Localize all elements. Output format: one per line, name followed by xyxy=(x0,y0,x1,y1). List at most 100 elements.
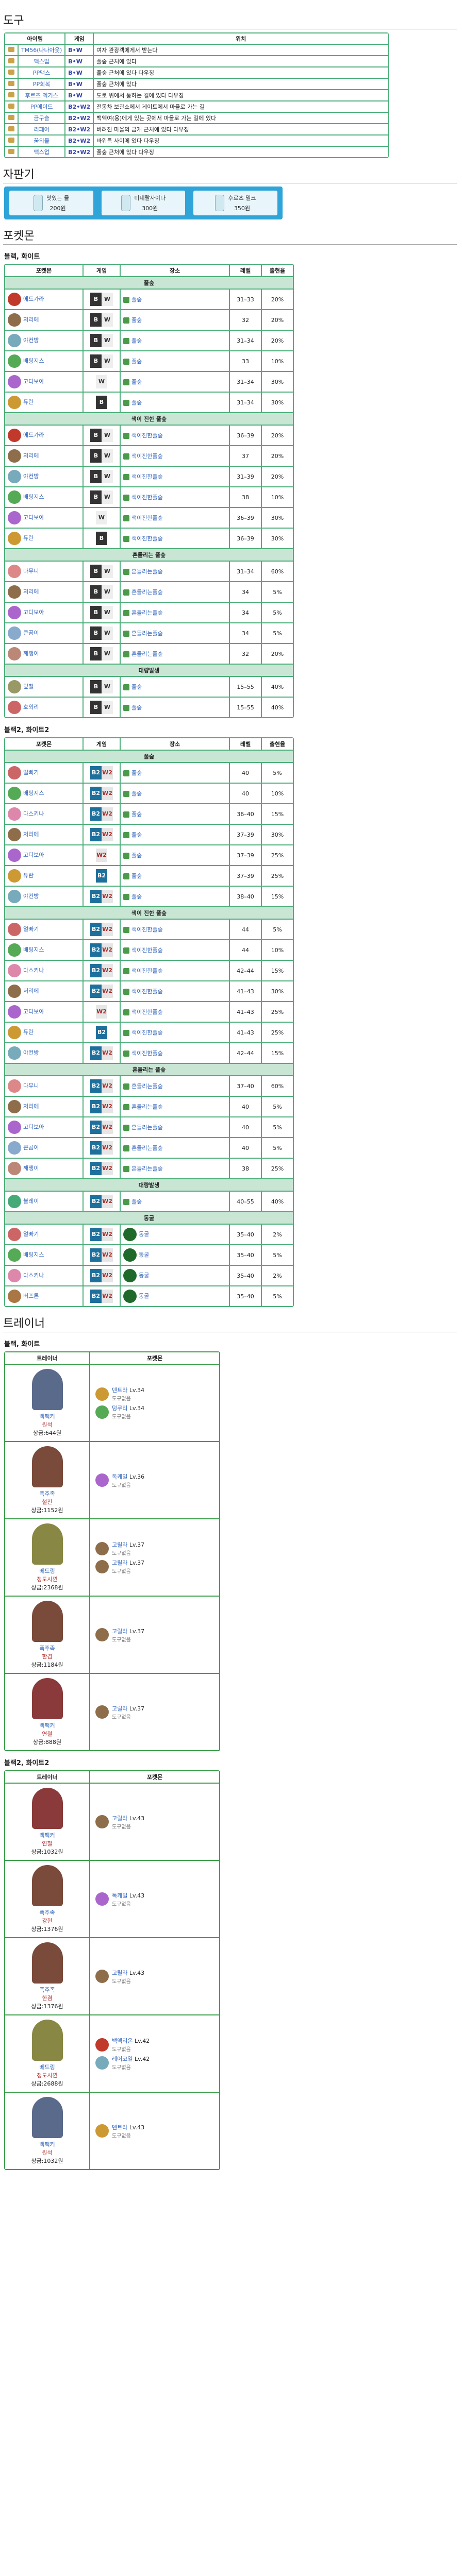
pokemon-name[interactable]: 고디보아 xyxy=(23,1008,44,1015)
pokemon-name[interactable]: 저리에 xyxy=(23,316,39,323)
pokemon-name[interactable]: 얼빠기 xyxy=(23,769,39,776)
pokemon-name[interactable]: 깨쟁이 xyxy=(23,1165,39,1172)
pokemon-name[interactable]: 호외리 xyxy=(23,704,39,710)
trainer-pokemon-name[interactable]: 고릴라 xyxy=(112,1815,127,1822)
trainer-class[interactable]: 백팩커 xyxy=(7,1412,87,1420)
pokemon-name[interactable]: 고디보아 xyxy=(23,1124,44,1130)
item-name[interactable]: 맥스업 xyxy=(19,56,65,66)
pokemon-name[interactable]: 듀란 xyxy=(23,872,34,879)
item-name[interactable]: 후르츠 엑기스 xyxy=(19,90,65,100)
place-link[interactable]: 풀숲 xyxy=(131,852,142,859)
pokemon-name[interactable]: 고디보아 xyxy=(23,609,44,616)
pokemon-name[interactable]: 배팅지스 xyxy=(23,790,44,796)
trainer-pokemon-name[interactable]: 고릴라 xyxy=(112,1541,127,1548)
pokemon-name[interactable]: 저리에 xyxy=(23,1103,39,1110)
pokemon-name[interactable]: 야컨방 xyxy=(23,893,39,900)
place-link[interactable]: 흔들리는풀숲 xyxy=(131,568,163,575)
pokemon-name[interactable]: 다무니 xyxy=(23,568,39,574)
pokemon-name[interactable]: 배팅지스 xyxy=(23,1251,44,1258)
trainer-class[interactable]: 백팩커 xyxy=(7,2140,87,2148)
item-name[interactable]: 금구슬 xyxy=(19,113,65,123)
pokemon-name[interactable]: 듀란 xyxy=(23,1029,34,1036)
place-link[interactable]: 색이진한풀숲 xyxy=(131,1029,163,1036)
place-link[interactable]: 색이진한풀숲 xyxy=(131,1009,163,1015)
pokemon-name[interactable]: 배팅지스 xyxy=(23,946,44,953)
place-link[interactable]: 풀숲 xyxy=(131,790,142,797)
place-link[interactable]: 풀숲 xyxy=(131,1198,142,1205)
place-link[interactable]: 색이진한풀숲 xyxy=(131,535,163,542)
pokemon-name[interactable]: 고디보아 xyxy=(23,852,44,858)
item-name[interactable]: 꿈의물 xyxy=(19,135,65,146)
item-name[interactable]: TM56(나나아웃) xyxy=(19,45,65,55)
place-link[interactable]: 색이진한풀숲 xyxy=(131,494,163,501)
place-link[interactable]: 흔들리는풀숲 xyxy=(131,1104,163,1110)
pokemon-name[interactable]: 다스키나 xyxy=(23,967,44,974)
trainer-pokemon-name[interactable]: 덴트라 xyxy=(112,1387,127,1394)
place-link[interactable]: 흔들리는풀숲 xyxy=(131,589,163,596)
place-link[interactable]: 색이진한풀숲 xyxy=(131,473,163,480)
pokemon-name[interactable]: 저리에 xyxy=(23,588,39,595)
trainer-pokemon-name[interactable]: 레어코일 xyxy=(112,2056,133,2062)
place-link[interactable]: 색이진한풀숲 xyxy=(131,988,163,995)
pokemon-name[interactable]: 버프론 xyxy=(23,1293,39,1299)
pokemon-name[interactable]: 고디보아 xyxy=(23,378,44,385)
place-link[interactable]: 동굴 xyxy=(139,1251,149,1258)
place-link[interactable]: 동굴 xyxy=(139,1231,149,1238)
pokemon-name[interactable]: 저리에 xyxy=(23,988,39,994)
place-link[interactable]: 풀숲 xyxy=(131,296,142,303)
pokemon-name[interactable]: 야컨방 xyxy=(23,337,39,344)
pokemon-name[interactable]: 야컨방 xyxy=(23,473,39,480)
vending-item[interactable]: 미네랄사이다 300원 xyxy=(101,191,186,215)
vending-item[interactable]: 맛있는 물 200원 xyxy=(9,191,93,215)
trainer-pokemon-name[interactable]: 덴트라 xyxy=(112,2124,127,2131)
trainer-pokemon-name[interactable]: 고릴라 xyxy=(112,1705,127,1712)
pokemon-name[interactable]: 배팅지스 xyxy=(23,494,44,500)
pokemon-name[interactable]: 듀란 xyxy=(23,399,34,405)
place-link[interactable]: 흔들리는풀숲 xyxy=(131,1145,163,1151)
place-link[interactable]: 흔들리는풀숲 xyxy=(131,1083,163,1090)
pokemon-name[interactable]: 에드가라 xyxy=(23,296,44,302)
pokemon-name[interactable]: 듀란 xyxy=(23,535,34,541)
pokemon-name[interactable]: 얼빠기 xyxy=(23,926,39,933)
trainer-pokemon-name[interactable]: 고릴라 xyxy=(112,1628,127,1635)
place-link[interactable]: 흔들리는풀숲 xyxy=(131,1165,163,1172)
pokemon-name[interactable]: 고디보아 xyxy=(23,514,44,521)
pokemon-name[interactable]: 에드가라 xyxy=(23,432,44,438)
item-name[interactable]: PP회복 xyxy=(19,79,65,89)
pokemon-name[interactable]: 깨쟁이 xyxy=(23,650,39,657)
place-link[interactable]: 색이진한풀숲 xyxy=(131,432,163,439)
place-link[interactable]: 풀숲 xyxy=(131,770,142,776)
item-name[interactable]: 리페어 xyxy=(19,124,65,134)
item-name[interactable]: PP에이드 xyxy=(19,101,65,112)
place-link[interactable]: 풀숲 xyxy=(131,399,142,406)
place-link[interactable]: 동굴 xyxy=(139,1293,149,1299)
pokemon-name[interactable]: 다스키나 xyxy=(23,1272,44,1279)
trainer-class[interactable]: 폭주족 xyxy=(7,1986,87,1994)
place-link[interactable]: 색이진한풀숲 xyxy=(131,947,163,954)
place-link[interactable]: 흔들리는풀숲 xyxy=(131,651,163,657)
trainer-class[interactable]: 백팩커 xyxy=(7,1721,87,1730)
pokemon-name[interactable]: 큰곰이 xyxy=(23,1144,39,1151)
place-link[interactable]: 풀숲 xyxy=(131,811,142,818)
trainer-pokemon-name[interactable]: 고릴라 xyxy=(112,1970,127,1976)
place-link[interactable]: 동굴 xyxy=(139,1272,149,1279)
place-link[interactable]: 색이진한풀숲 xyxy=(131,1050,163,1057)
place-link[interactable]: 풀숲 xyxy=(131,832,142,838)
pokemon-name[interactable]: 다무니 xyxy=(23,1082,39,1089)
trainer-pokemon-name[interactable]: 독케일 xyxy=(112,1473,127,1480)
place-link[interactable]: 풀숲 xyxy=(131,317,142,324)
pokemon-name[interactable]: 배팅지스 xyxy=(23,358,44,364)
pokemon-name[interactable]: 큰곰이 xyxy=(23,630,39,636)
item-name[interactable]: PP맥스 xyxy=(19,67,65,78)
trainer-class[interactable]: 베드링 xyxy=(7,1567,87,1575)
place-link[interactable]: 색이진한풀숲 xyxy=(131,515,163,521)
pokemon-name[interactable]: 얼빠기 xyxy=(23,1231,39,1238)
trainer-pokemon-name[interactable]: 덩쿠리 xyxy=(112,1405,127,1412)
pokemon-name[interactable]: 저리에 xyxy=(23,452,39,459)
place-link[interactable]: 풀숲 xyxy=(131,358,142,365)
place-link[interactable]: 흔들리는풀숲 xyxy=(131,609,163,616)
place-link[interactable]: 풀숲 xyxy=(131,684,142,690)
place-link[interactable]: 흔들리는풀숲 xyxy=(131,630,163,637)
pokemon-name[interactable]: 블레이 xyxy=(23,1198,39,1205)
trainer-class[interactable]: 폭주족 xyxy=(7,1489,87,1498)
